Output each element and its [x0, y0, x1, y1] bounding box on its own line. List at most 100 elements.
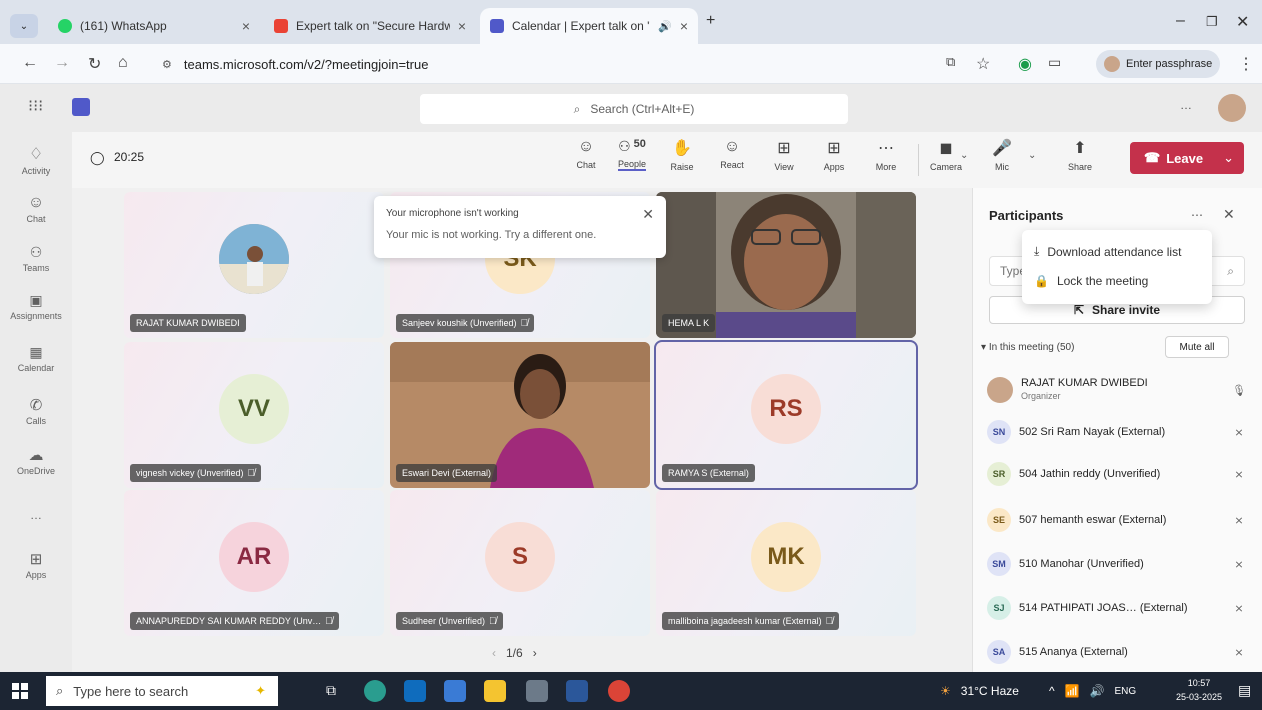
window-close-button[interactable]: ✕ — [1236, 12, 1249, 32]
new-tab-button[interactable]: + — [706, 12, 715, 30]
forward-arrow-icon[interactable]: → — [54, 54, 70, 72]
bookmark-star-icon[interactable]: ☆ — [976, 54, 990, 74]
section-label: In this meeting (50) — [988, 342, 1075, 353]
lock-icon: 🔒 — [1034, 274, 1049, 288]
task-view-icon[interactable]: ⧉ — [326, 682, 336, 699]
share-button[interactable]: ⬆ Share — [1058, 138, 1102, 172]
participant-row[interactable]: SM 510 Manohar (Unverified) ⨯ — [987, 548, 1247, 580]
chevron-up-icon[interactable]: ^ — [1049, 684, 1055, 698]
more-options-button[interactable]: … — [1180, 98, 1192, 112]
browser-tab-teams[interactable]: Calendar | Expert talk on "S… 🔊 × — [480, 8, 698, 44]
chat-button[interactable]: ☺ Chat — [564, 138, 608, 170]
chrome-icon[interactable] — [608, 680, 630, 702]
windows-taskbar: ⌕ Type here to search ✦ ⧉ ☀ 31°C Haze ^ … — [0, 672, 1262, 710]
browser-menu-icon[interactable]: ⋮ — [1238, 54, 1254, 74]
app-icon[interactable] — [526, 680, 548, 702]
site-info-icon[interactable]: ⚙ — [162, 58, 172, 71]
browser-tab-whatsapp[interactable]: (161) WhatsApp × — [48, 8, 260, 44]
view-button[interactable]: ⊞ View — [762, 138, 806, 172]
sidebar-icon[interactable]: ▭ — [1048, 54, 1061, 71]
lock-meeting-menu-item[interactable]: 🔒 Lock the meeting — [1034, 274, 1148, 288]
download-icon: ⤓ — [1034, 244, 1040, 258]
notifications-icon[interactable]: ▤ — [1238, 682, 1251, 699]
more-options-icon[interactable]: ⋯ — [1191, 208, 1203, 222]
grid-pager: ‹ 1/6 › — [492, 646, 537, 660]
back-arrow-icon[interactable]: ← — [22, 54, 38, 72]
word-icon[interactable] — [566, 680, 588, 702]
rail-item-more[interactable]: … — [0, 508, 72, 522]
leave-button[interactable]: ☎ Leave ⌄ — [1130, 142, 1244, 174]
language-indicator[interactable]: ENG — [1114, 686, 1136, 697]
file-explorer-icon[interactable] — [484, 680, 506, 702]
raise-hand-button[interactable]: ✋ Raise — [660, 138, 704, 172]
download-attendance-menu-item[interactable]: ⤓ Download attendance list — [1034, 244, 1181, 259]
chevron-down-icon[interactable]: ⌄ — [1028, 150, 1036, 161]
close-icon[interactable]: ✕ — [642, 206, 654, 223]
search-input[interactable]: ⌕ Search (Ctrl+Alt+E) — [420, 94, 848, 124]
participant-name: ANNAPUREDDY SAI KUMAR REDDY (Unv… — [136, 616, 322, 626]
url-bar[interactable]: ⚙ teams.microsoft.com/v2/?meetingjoin=tr… — [152, 50, 942, 78]
rail-item-calendar[interactable]: ▦ Calendar — [0, 344, 72, 373]
rail-item-apps[interactable]: ⊞ Apps — [0, 550, 72, 580]
app-launcher-icon[interactable]: ⁝⁝⁝ — [28, 96, 43, 116]
outlook-icon[interactable] — [404, 680, 426, 702]
phone-icon: ✆ — [29, 397, 43, 414]
store-icon[interactable] — [444, 680, 466, 702]
rail-item-calls[interactable]: ✆ Calls — [0, 396, 72, 426]
rail-item-onedrive[interactable]: ☁ OneDrive — [0, 446, 72, 476]
react-button[interactable]: ☺ React — [710, 138, 754, 170]
cast-icon[interactable]: ⧉ — [946, 54, 955, 70]
participant-tile[interactable]: HEMA L K — [656, 192, 916, 338]
reload-icon[interactable]: ↻ — [88, 54, 101, 74]
close-icon[interactable]: × — [242, 18, 250, 34]
clock[interactable]: 10:57 25-03-2025 — [1176, 676, 1222, 704]
people-button[interactable]: ⚇ 50 People — [610, 138, 654, 171]
network-icon[interactable]: 📶 — [1065, 684, 1080, 698]
participant-tile[interactable]: VV vignesh vickey (Unverified) 🎙̸ — [124, 342, 384, 488]
participant-tile[interactable]: RAJAT KUMAR DWIBEDI — [124, 192, 384, 338]
more-button[interactable]: ⋯ More — [864, 138, 908, 172]
participant-tile[interactable]: MK malliboina jagadeesh kumar (External)… — [656, 490, 916, 636]
browser-tab-gmail[interactable]: Expert talk on "Secure Hardwa… × — [264, 8, 476, 44]
chevron-down-icon[interactable]: ⌄ — [960, 150, 968, 161]
minimize-button[interactable]: – — [1176, 12, 1185, 30]
participant-tile[interactable]: Eswari Devi (External) — [390, 342, 650, 488]
taskbar-search-input[interactable]: ⌕ Type here to search ✦ — [46, 676, 278, 706]
rail-item-assignments[interactable]: ▣ Assignments — [0, 292, 72, 321]
participant-row[interactable]: SJ 514 PATHIPATI JOAS… (External) ⨯ — [987, 592, 1247, 624]
rail-item-activity[interactable]: ♢ Activity — [0, 144, 72, 176]
apps-button[interactable]: ⊞ Apps — [812, 138, 856, 172]
extension-icon[interactable]: ◉ — [1018, 54, 1032, 74]
participant-row[interactable]: SA 515 Ananya (External) ⨯ — [987, 636, 1247, 668]
mute-all-button[interactable]: Mute all — [1165, 336, 1229, 358]
edge-icon[interactable] — [364, 680, 386, 702]
participant-row[interactable]: SR 504 Jathin reddy (Unverified) ⨯ — [987, 458, 1247, 490]
rail-item-teams[interactable]: ⚇ Teams — [0, 244, 72, 273]
tab-search-button[interactable]: ⌄ — [10, 14, 38, 38]
home-icon[interactable]: ⌂ — [118, 54, 128, 72]
windows-start-icon[interactable] — [12, 683, 28, 699]
participant-tile[interactable]: AR ANNAPUREDDY SAI KUMAR REDDY (Unv… 🎙̸ — [124, 490, 384, 636]
restore-button[interactable]: ❐ — [1206, 14, 1218, 30]
mic-off-icon: ⨯ — [1234, 646, 1244, 659]
participant-row[interactable]: RAJAT KUMAR DWIBEDI Organizer 🎙 — [987, 370, 1247, 410]
weather-text[interactable]: 31°C Haze — [961, 684, 1019, 698]
participant-tile-selected[interactable]: RS RAMYA S (External) — [654, 340, 918, 490]
profile-passphrase-button[interactable]: Enter passphrase — [1096, 50, 1220, 78]
participant-tile[interactable]: S Sudheer (Unverified) 🎙̸ — [390, 490, 650, 636]
chevron-right-icon[interactable]: › — [533, 646, 537, 660]
close-icon[interactable]: × — [680, 18, 688, 34]
volume-icon[interactable]: 🔊 — [1090, 684, 1105, 698]
participant-row[interactable]: SE 507 hemanth eswar (External) ⨯ — [987, 504, 1247, 536]
participant-row[interactable]: SN 502 Sri Ram Nayak (External) ⨯ — [987, 416, 1247, 448]
mic-button[interactable]: 🎤 Mic — [980, 138, 1024, 172]
section-header[interactable]: ▾ In this meeting (50) — [981, 342, 1074, 353]
participant-nameplate: RAJAT KUMAR DWIBEDI — [130, 314, 246, 332]
avatar[interactable] — [1218, 94, 1246, 122]
rail-item-chat[interactable]: ☺ Chat — [0, 194, 72, 224]
chevron-down-icon[interactable]: ⌄ — [1223, 150, 1244, 166]
meeting-timer: 20:25 — [114, 150, 145, 164]
close-icon[interactable]: ✕ — [1223, 206, 1235, 223]
close-icon[interactable]: × — [458, 18, 466, 34]
chevron-left-icon[interactable]: ‹ — [492, 646, 496, 660]
